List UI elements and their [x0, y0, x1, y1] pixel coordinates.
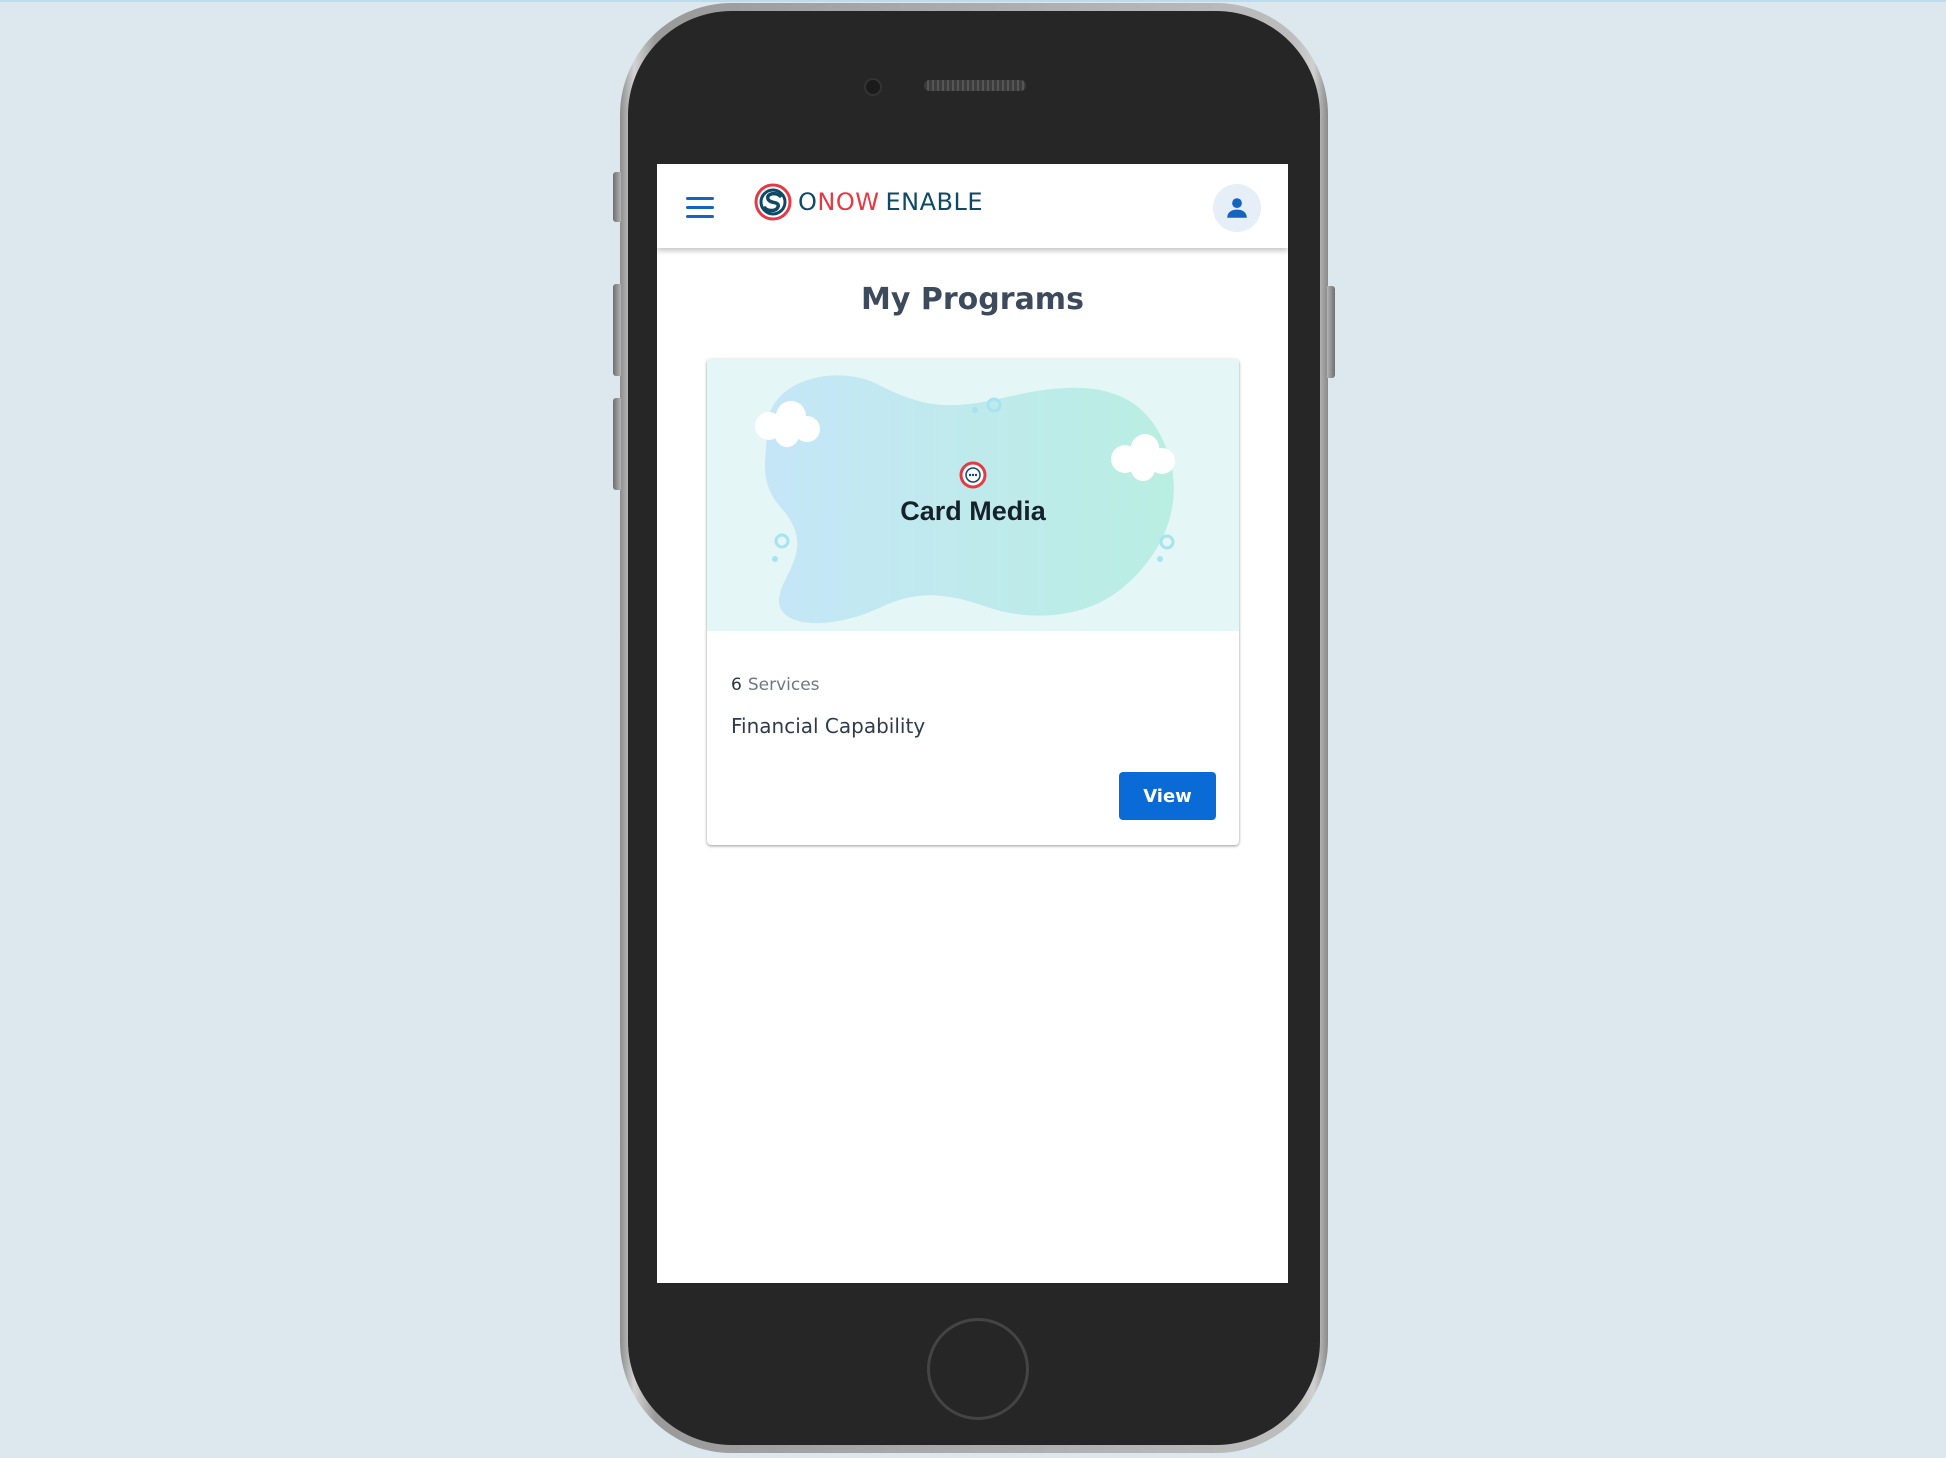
chat-bubble-icon: [959, 461, 987, 489]
phone-screen: ONOW ENABLE My Programs Card Media 6 Ser…: [657, 164, 1288, 1283]
onow-s-logo-icon: [754, 183, 792, 221]
person-icon: [1227, 198, 1247, 218]
app-header: ONOW ENABLE: [657, 164, 1288, 248]
brand-name-o: O: [798, 188, 818, 216]
front-camera: [864, 78, 882, 96]
card-media-image: Card Media: [707, 359, 1239, 631]
brand-name-now: NOW: [817, 188, 880, 216]
volume-down-button: [613, 398, 621, 490]
view-button[interactable]: View: [1119, 772, 1216, 820]
page-top-edge: [0, 0, 1946, 2]
volume-up-button: [613, 284, 621, 376]
home-button[interactable]: [927, 1318, 1029, 1420]
page-title: My Programs: [861, 282, 1084, 317]
hamburger-menu-icon[interactable]: [686, 197, 714, 219]
brand-name: ONOW ENABLE: [798, 188, 983, 216]
services-count-label: Services: [747, 675, 820, 695]
program-name: Financial Capability: [731, 714, 926, 738]
services-count-number: 6: [731, 675, 742, 695]
brand-logo[interactable]: ONOW ENABLE: [754, 183, 983, 221]
power-button: [1327, 286, 1335, 378]
earpiece-speaker: [924, 80, 1026, 91]
account-button[interactable]: [1213, 184, 1261, 232]
card-media-label: Card Media: [900, 496, 1046, 526]
brand-name-enable: ENABLE: [885, 188, 984, 216]
card-media-illustration: [755, 375, 1175, 624]
services-count: 6 Services: [731, 675, 820, 695]
program-card: Card Media 6 Services Financial Capabilit…: [707, 359, 1239, 845]
silent-switch: [613, 172, 621, 222]
